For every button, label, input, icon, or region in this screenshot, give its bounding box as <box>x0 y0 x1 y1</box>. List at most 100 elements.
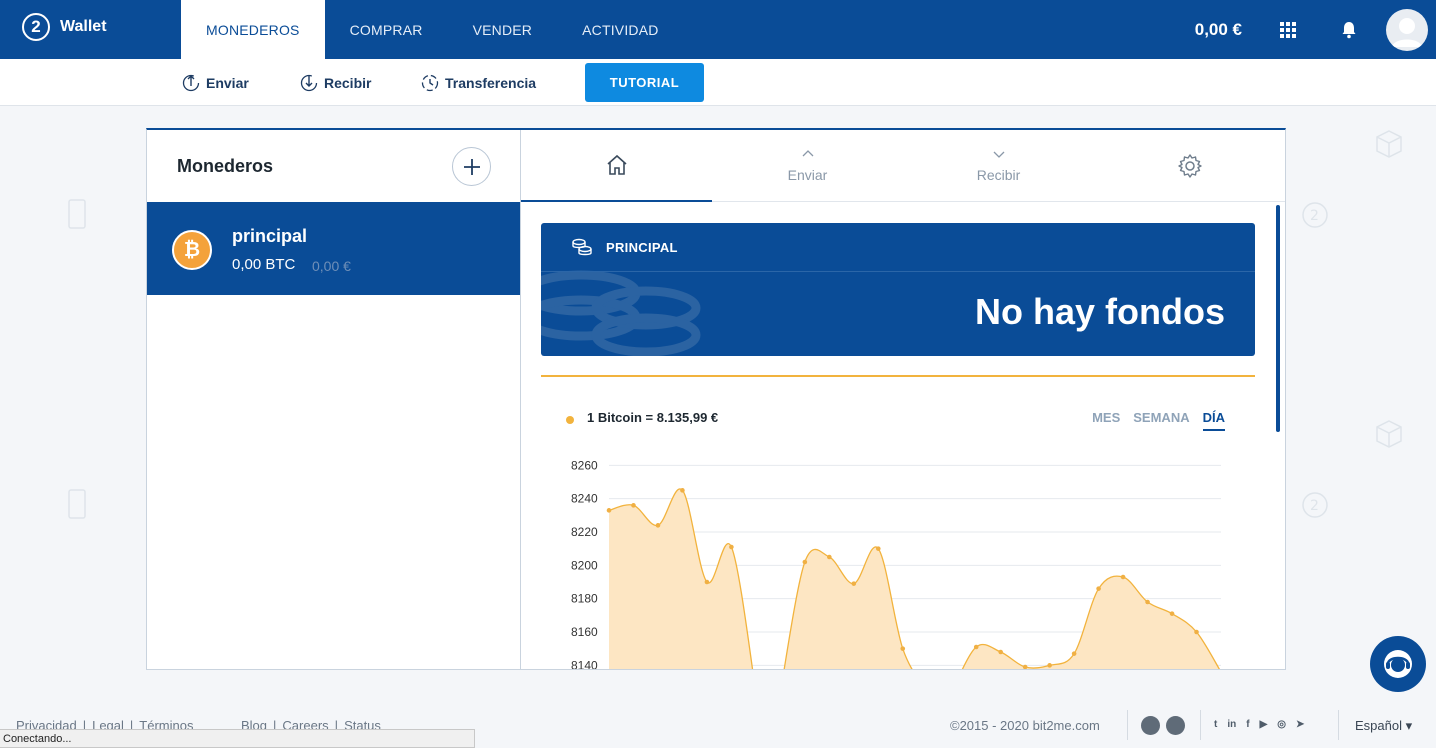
apps-grid-icon[interactable] <box>1280 21 1296 38</box>
bell-icon[interactable] <box>1340 20 1358 40</box>
browser-status-bar: Conectando... <box>0 729 475 748</box>
telegram-icon[interactable]: ➤ <box>1296 719 1304 730</box>
receive-action[interactable]: Recibir <box>300 59 371 106</box>
y-tick-label: 8200 <box>571 558 598 572</box>
y-tick-label: 8160 <box>571 625 598 639</box>
headset-icon <box>1384 650 1412 678</box>
apple-icon[interactable] <box>1166 716 1185 735</box>
gear-icon <box>1177 154 1202 178</box>
phone-deco-icon <box>68 199 86 229</box>
data-point[interactable] <box>729 544 734 550</box>
main-nav-tabs: MONEDEROS COMPRAR VENDER ACTIVIDAD <box>181 0 684 59</box>
android-icon[interactable] <box>1141 716 1160 735</box>
coins-background-icon <box>541 270 701 356</box>
data-point[interactable] <box>1120 574 1126 580</box>
home-icon <box>606 154 627 175</box>
wallet-banner-label: PRINCIPAL <box>606 240 678 255</box>
transfer-icon <box>421 74 439 91</box>
range-month[interactable]: MES <box>1092 410 1120 431</box>
svg-text:2: 2 <box>1310 208 1319 224</box>
logo-text: Wallet <box>60 18 107 35</box>
cube-deco-icon <box>1376 420 1402 448</box>
wallet-detail-tabs: Enviar Recibir <box>521 130 1285 202</box>
app-logo[interactable]: 2 Wallet <box>22 13 107 41</box>
data-point[interactable] <box>851 581 857 586</box>
data-point[interactable] <box>655 523 661 528</box>
y-tick-label: 8180 <box>571 592 598 606</box>
data-point[interactable] <box>1169 611 1175 616</box>
cube-deco-icon <box>1376 130 1402 158</box>
data-point[interactable] <box>631 503 636 508</box>
twitter-icon[interactable]: t <box>1214 719 1217 730</box>
data-point[interactable] <box>875 546 881 551</box>
data-point[interactable] <box>1071 651 1077 656</box>
price-indicator-dot <box>566 416 574 424</box>
bitcoin-icon: ₿ <box>172 230 212 270</box>
y-tick-label: 8140 <box>571 658 598 670</box>
youtube-icon[interactable]: ▶ <box>1260 719 1268 730</box>
download-icon <box>300 74 318 91</box>
total-balance[interactable]: 0,00 € <box>1195 20 1242 40</box>
coin-deco-icon: 2 <box>1302 202 1328 228</box>
svg-text:2: 2 <box>1310 498 1319 514</box>
data-point[interactable] <box>680 488 685 493</box>
range-week[interactable]: SEMANA <box>1133 410 1189 431</box>
wallet-actions-bar: Enviar Recibir Transferencia TUTORIAL <box>0 59 1436 106</box>
tab-monederos[interactable]: MONEDEROS <box>181 0 325 59</box>
btc-price-text: 1 Bitcoin = 8.135,99 € <box>587 410 719 425</box>
data-point[interactable] <box>1022 664 1028 670</box>
tab-home[interactable] <box>521 130 712 202</box>
funds-banner: PRINCIPAL No hay fondos <box>541 223 1255 356</box>
wallet-name: principal <box>232 226 308 246</box>
data-point[interactable] <box>998 649 1003 655</box>
coin-deco-icon: 2 <box>1302 492 1328 518</box>
linkedin-icon[interactable]: in <box>1227 719 1236 730</box>
coins-icon <box>572 238 592 256</box>
data-point[interactable] <box>1096 586 1101 591</box>
wallet-detail-panel: Enviar Recibir PRINCIPAL No hay fondos 1… <box>521 130 1285 670</box>
data-point[interactable] <box>973 644 979 650</box>
data-point[interactable] <box>1047 663 1052 668</box>
price-chart-card: 1 Bitcoin = 8.135,99 € MES SEMANA DÍA 82… <box>541 375 1255 670</box>
add-wallet-button[interactable] <box>452 147 491 186</box>
tab-enviar-label: Enviar <box>787 167 828 183</box>
tab-actividad[interactable]: ACTIVIDAD <box>557 0 683 59</box>
data-point[interactable] <box>704 579 710 585</box>
tab-settings[interactable] <box>1094 130 1285 202</box>
y-tick-label: 8220 <box>571 525 598 539</box>
data-point[interactable] <box>827 554 832 560</box>
data-point[interactable] <box>1145 599 1150 605</box>
data-point[interactable] <box>900 646 906 651</box>
chevron-up-icon <box>802 150 813 157</box>
tutorial-button[interactable]: TUTORIAL <box>585 63 704 102</box>
tab-enviar[interactable]: Enviar <box>712 130 903 202</box>
data-point[interactable] <box>606 508 612 513</box>
wallet-fiat-amount: 0,00 € <box>312 258 351 274</box>
transfer-label: Transferencia <box>445 74 537 91</box>
detail-scrollbar[interactable] <box>1276 205 1280 432</box>
wallet-crypto-amount: 0,00 BTC <box>232 256 296 273</box>
wallet-list-panel: Monederos ₿ principal 0,00 BTC 0,00 € <box>147 130 521 669</box>
tab-comprar[interactable]: COMPRAR <box>325 0 448 59</box>
facebook-icon[interactable]: f <box>1246 719 1249 730</box>
data-point[interactable] <box>802 559 808 565</box>
wallet-item-principal[interactable]: ₿ principal 0,00 BTC 0,00 € <box>147 202 520 295</box>
transfer-action[interactable]: Transferencia <box>421 59 536 106</box>
chart-range-tabs: MES SEMANA DÍA <box>1092 410 1225 431</box>
area-fill <box>609 489 753 669</box>
send-action[interactable]: Enviar <box>182 59 249 106</box>
data-point[interactable] <box>1194 629 1199 635</box>
tab-recibir[interactable]: Recibir <box>903 130 1094 202</box>
language-selector[interactable]: Español ▾ <box>1355 718 1412 734</box>
wallets-card: Monederos ₿ principal 0,00 BTC 0,00 € En… <box>146 128 1286 670</box>
receive-label: Recibir <box>324 74 372 91</box>
range-day[interactable]: DÍA <box>1202 410 1225 431</box>
tab-vender[interactable]: VENDER <box>448 0 558 59</box>
support-chat-button[interactable] <box>1370 636 1426 692</box>
send-label: Enviar <box>206 74 249 91</box>
copyright: ©2015 - 2020 bit2me.com <box>950 718 1100 733</box>
instagram-icon[interactable]: ◎ <box>1277 719 1286 730</box>
avatar-icon[interactable] <box>1386 8 1428 51</box>
logo-mark: 2 <box>22 13 50 41</box>
y-tick-label: 8240 <box>571 492 598 506</box>
